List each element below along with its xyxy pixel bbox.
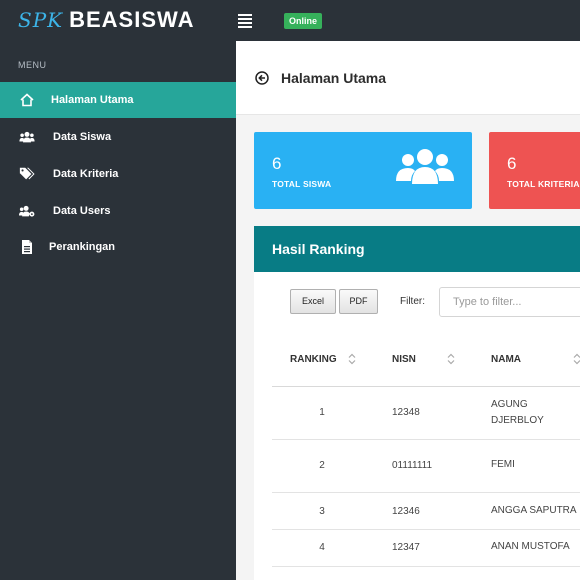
ranking-panel-header: Hasil Ranking xyxy=(254,226,580,272)
column-header-nisn[interactable]: NISN xyxy=(392,354,416,365)
filter-input[interactable] xyxy=(439,287,580,317)
nama-cell: AGUNG DJERBLOY xyxy=(491,399,544,426)
row-divider xyxy=(272,529,580,530)
rank-cell: 2 xyxy=(319,460,325,471)
sidebar-item-data-siswa[interactable]: Data Siswa xyxy=(0,119,236,155)
rank-cell: 4 xyxy=(319,542,325,553)
ranking-title: Hasil Ranking xyxy=(272,241,365,257)
nisn-cell: 01111111 xyxy=(392,460,433,471)
row-divider xyxy=(272,439,580,440)
users-icon xyxy=(396,149,454,184)
users-icon xyxy=(17,129,37,145)
column-header-ranking[interactable]: RANKING xyxy=(290,354,337,365)
total-kriteria-card[interactable]: 6 TOTAL KRITERIA xyxy=(489,132,580,209)
total-siswa-card[interactable]: 6 TOTAL SISWA xyxy=(254,132,472,209)
sidebar-item-label: Data Users xyxy=(53,205,111,217)
sidebar-item-data-users[interactable]: Data Users xyxy=(0,193,236,229)
rank-cell: 3 xyxy=(319,506,325,517)
sidebar-item-data-kriteria[interactable]: Data Kriteria xyxy=(0,156,236,192)
brand-logo[interactable]: SPK BEASISWA xyxy=(18,7,194,33)
sort-icon[interactable] xyxy=(447,353,455,365)
sidebar-item-label: Perankingan xyxy=(49,241,116,253)
nama-cell: FEMI xyxy=(491,459,515,470)
sort-icon[interactable] xyxy=(348,353,356,365)
sort-icon[interactable] xyxy=(573,353,580,365)
nama-cell: ANGGA SAPUTRA xyxy=(491,505,577,516)
total-kriteria-label: TOTAL KRITERIA xyxy=(507,179,580,189)
sidebar-item-label: Data Siswa xyxy=(53,131,112,143)
table-header-divider xyxy=(272,386,580,387)
sidebar-item-label: Halaman Utama xyxy=(51,94,134,106)
total-kriteria-value: 6 xyxy=(507,154,517,173)
top-navbar: SPK BEASISWA Online xyxy=(0,0,580,41)
nisn-cell: 12348 xyxy=(392,407,420,418)
total-siswa-label: TOTAL SISWA xyxy=(272,179,332,189)
nisn-cell: 12347 xyxy=(392,542,420,553)
sidebar: MENU Halaman Utama Data Siswa Data Krite… xyxy=(0,41,236,580)
row-divider xyxy=(272,566,580,567)
export-excel-button[interactable]: Excel xyxy=(290,289,336,314)
total-siswa-value: 6 xyxy=(272,154,282,173)
menu-heading: MENU xyxy=(18,60,47,70)
users-cog-icon xyxy=(17,203,37,219)
hamburger-menu-icon[interactable] xyxy=(238,14,252,28)
nama-cell: ANAN MUSTOFA xyxy=(491,541,570,552)
sidebar-item-perankingan[interactable]: Perankingan xyxy=(0,229,236,265)
sidebar-item-halaman-utama[interactable]: Halaman Utama xyxy=(0,82,236,118)
filter-label: Filter: xyxy=(400,296,425,307)
file-icon xyxy=(17,239,37,255)
rank-cell: 1 xyxy=(319,407,325,418)
page-header: Halaman Utama xyxy=(236,41,580,115)
export-pdf-button[interactable]: PDF xyxy=(339,289,378,314)
back-arrow-icon[interactable] xyxy=(255,71,269,85)
column-header-nama[interactable]: NAMA xyxy=(491,354,521,365)
tags-icon xyxy=(17,166,37,182)
home-icon xyxy=(17,92,37,108)
page-title: Halaman Utama xyxy=(281,70,387,86)
brand-name: BEASISWA xyxy=(69,7,195,32)
row-divider xyxy=(272,492,580,493)
brand-prefix: SPK xyxy=(18,8,64,32)
online-status-badge: Online xyxy=(284,13,323,29)
sidebar-item-label: Data Kriteria xyxy=(53,168,119,180)
nisn-cell: 12346 xyxy=(392,506,420,517)
